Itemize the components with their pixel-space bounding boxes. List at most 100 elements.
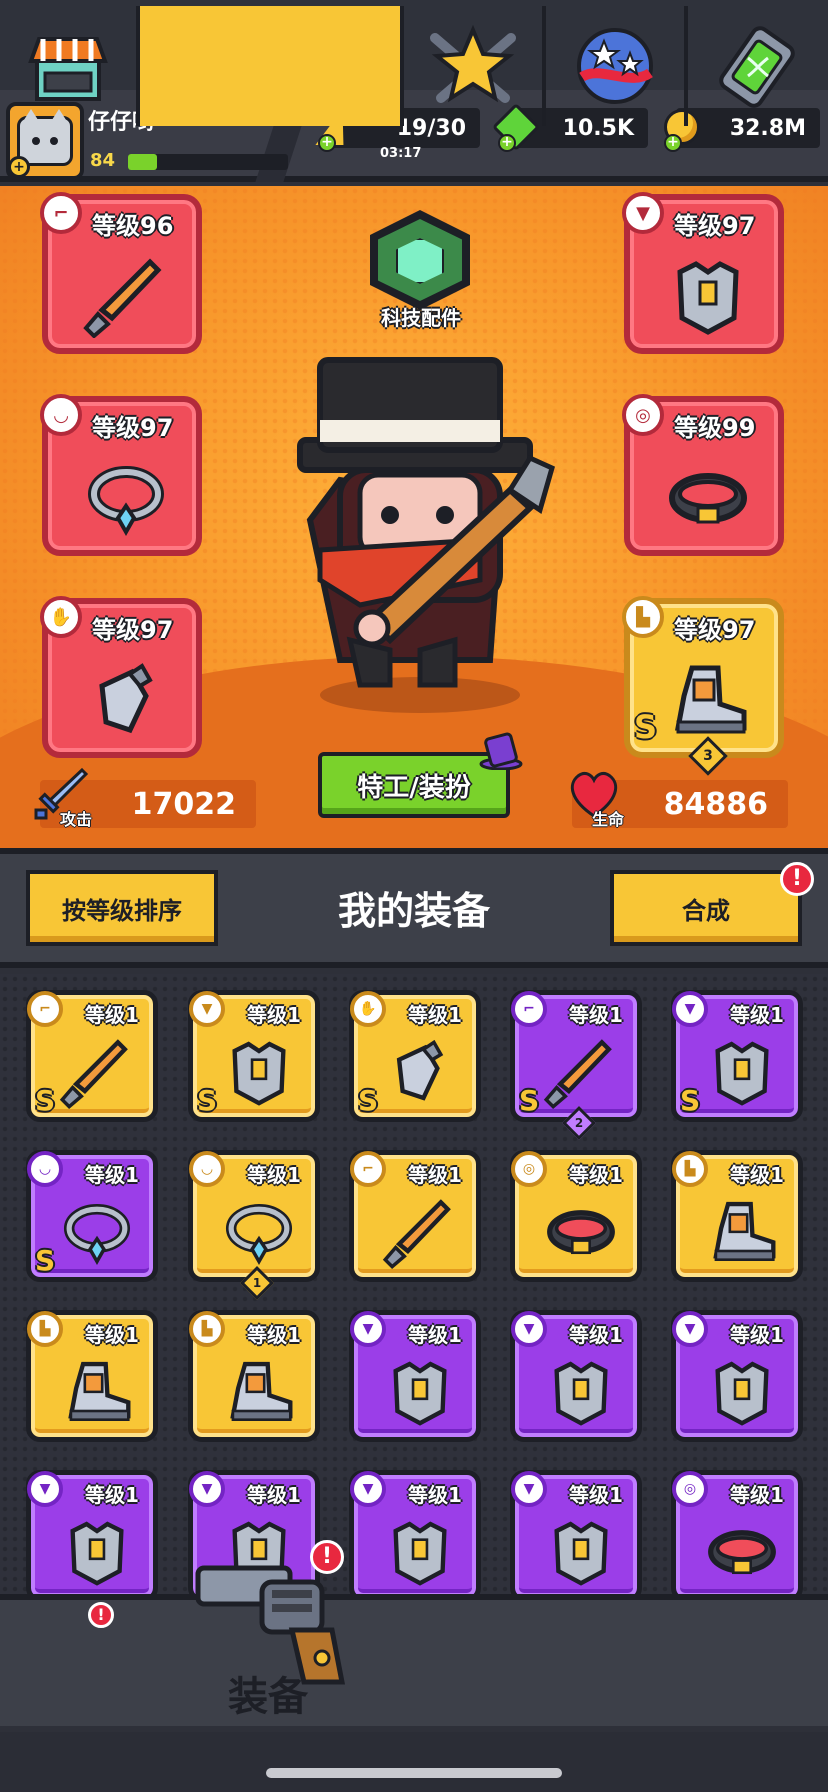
- item-type-badge-icon: ▼: [672, 1311, 708, 1347]
- grade-label: S: [519, 1084, 540, 1117]
- dna-icon: [719, 26, 795, 108]
- item-level: 等级1: [569, 1483, 623, 1507]
- item-level: 等级1: [85, 1003, 139, 1027]
- item-type-badge-icon: ⌐: [350, 1151, 386, 1187]
- glove-icon: [396, 1039, 444, 1101]
- boot-icon: [68, 1361, 131, 1421]
- item-level: 等级1: [85, 1163, 139, 1187]
- equipment-item[interactable]: ⌐ 等级1 S 2: [510, 990, 642, 1140]
- boot-icon: [713, 1201, 776, 1261]
- armor-icon: [554, 1521, 608, 1586]
- item-level: 等级1: [730, 1323, 784, 1347]
- equipment-item[interactable]: ◡ 等级1 1: [188, 1150, 320, 1300]
- belt-icon: [708, 1530, 776, 1575]
- equipment-item[interactable]: ▼ 等级1 S: [671, 990, 803, 1122]
- armor-icon: [715, 1041, 769, 1106]
- item-type-badge-icon: ⌐: [27, 991, 63, 1027]
- tab-lab[interactable]: [688, 6, 828, 126]
- item-type-badge-icon: ▼: [27, 1471, 63, 1507]
- equipment-item[interactable]: ▙ 等级1: [188, 1310, 320, 1442]
- home-indicator[interactable]: [266, 1768, 562, 1778]
- equipment-item[interactable]: ✋ 等级1 S: [349, 990, 481, 1122]
- grade-label: S: [197, 1084, 218, 1117]
- item-level: 等级1: [408, 1323, 462, 1347]
- armor-icon: [393, 1361, 447, 1426]
- item-type-badge-icon: ▙: [189, 1311, 225, 1347]
- item-type-badge-icon: ▼: [672, 991, 708, 1027]
- item-type-badge-icon: ▼: [189, 991, 225, 1027]
- star-count-badge: 1: [240, 1266, 274, 1300]
- boot-icon: [230, 1361, 293, 1421]
- item-level: 等级1: [730, 1483, 784, 1507]
- tab-world[interactable]: [546, 6, 688, 126]
- equipment-item[interactable]: ▼ 等级1: [26, 1470, 158, 1594]
- item-type-badge-icon: ◎: [511, 1151, 547, 1187]
- equipment-item[interactable]: ▼ 等级1: [510, 1310, 642, 1442]
- equipment-item[interactable]: ⌐ 等级1: [349, 1150, 481, 1282]
- grade-label: S: [35, 1244, 56, 1277]
- armor-icon: [554, 1361, 608, 1426]
- item-type-badge-icon: ✋: [350, 991, 386, 1027]
- item-level: 等级1: [569, 1163, 623, 1187]
- item-type-badge-icon: ▼: [350, 1311, 386, 1347]
- tab-shop[interactable]: [0, 6, 140, 126]
- item-level: 等级1: [408, 1483, 462, 1507]
- item-level: 等级1: [85, 1483, 139, 1507]
- item-level: 等级1: [408, 1163, 462, 1187]
- item-level: 等级1: [247, 1483, 301, 1507]
- grade-label: S: [680, 1084, 701, 1117]
- star-count-badge: 2: [562, 1106, 596, 1140]
- armor-icon: [70, 1521, 124, 1586]
- item-type-badge-icon: ▼: [511, 1311, 547, 1347]
- item-type-badge-icon: ▙: [672, 1151, 708, 1187]
- item-type-badge-icon: ◎: [672, 1471, 708, 1507]
- equipment-item[interactable]: ▼ 等级1: [510, 1470, 642, 1594]
- equipment-item[interactable]: ▼ 等级1: [349, 1470, 481, 1594]
- armor-icon: [715, 1361, 769, 1426]
- tab-battle[interactable]: [404, 6, 546, 126]
- item-type-badge-icon: ▼: [189, 1471, 225, 1507]
- item-type-badge-icon: ⌐: [511, 991, 547, 1027]
- shop-icon: [28, 37, 108, 101]
- item-type-badge-icon: ◡: [189, 1151, 225, 1187]
- weapon-icon: [382, 1199, 451, 1270]
- equipment-item[interactable]: ▼ 等级1: [671, 1310, 803, 1442]
- item-level: 等级1: [247, 1163, 301, 1187]
- tab-equipment[interactable]: [140, 6, 404, 126]
- equipment-item[interactable]: ⌐ 等级1 S: [26, 990, 158, 1122]
- weapon-icon: [59, 1039, 128, 1110]
- equipment-alert-badge: !: [310, 1540, 344, 1574]
- tab-equipment-label: 装备: [228, 1674, 308, 1720]
- item-type-badge-icon: ▼: [350, 1471, 386, 1507]
- equipment-item[interactable]: ◎ 等级1: [671, 1470, 803, 1594]
- belt-icon: [547, 1210, 615, 1255]
- app-root: + 仔仔哟 84 + 19/30 03:17 + 10.5K + 32.8M ⌐…: [0, 0, 828, 1792]
- equipment-item[interactable]: ▙ 等级1: [671, 1150, 803, 1282]
- item-level: 等级1: [247, 1323, 301, 1347]
- armor-icon: [232, 1041, 286, 1106]
- item-type-badge-icon: ◡: [27, 1151, 63, 1187]
- star-icon: [430, 24, 516, 103]
- item-type-badge-icon: ▙: [27, 1311, 63, 1347]
- necklace-icon: [63, 1204, 131, 1265]
- equipment-item[interactable]: ◡ 等级1 S: [26, 1150, 158, 1282]
- armor-icon: [393, 1521, 447, 1586]
- item-level: 等级1: [569, 1003, 623, 1027]
- home-area: [0, 1732, 828, 1792]
- item-level: 等级1: [730, 1003, 784, 1027]
- item-level: 等级1: [85, 1323, 139, 1347]
- item-level: 等级1: [247, 1003, 301, 1027]
- planet-icon: [577, 28, 653, 104]
- equipment-item[interactable]: ▙ 等级1: [26, 1310, 158, 1442]
- bottom-nav: [0, 1594, 828, 1726]
- weapon-icon: [543, 1039, 612, 1110]
- equipment-item[interactable]: ▼ 等级1 S: [188, 990, 320, 1122]
- equipment-item[interactable]: ▼ 等级1: [349, 1310, 481, 1442]
- item-type-badge-icon: ▼: [511, 1471, 547, 1507]
- grade-label: S: [358, 1084, 379, 1117]
- item-level: 等级1: [730, 1163, 784, 1187]
- grade-label: S: [35, 1084, 56, 1117]
- equipment-item[interactable]: ◎ 等级1: [510, 1150, 642, 1282]
- necklace-icon: [225, 1204, 293, 1265]
- item-level: 等级1: [569, 1323, 623, 1347]
